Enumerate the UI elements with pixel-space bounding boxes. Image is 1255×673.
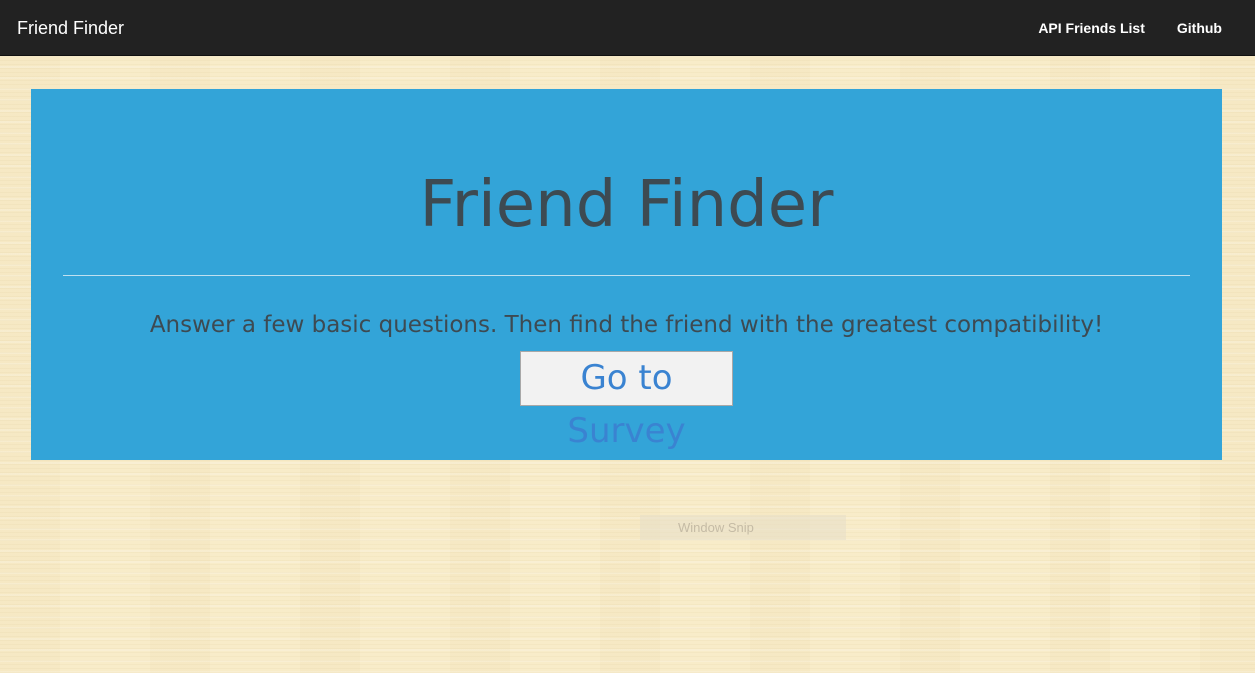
- navbar-links: API Friends List Github: [1038, 18, 1222, 38]
- window-snip-overlay: Window Snip: [640, 515, 846, 540]
- nav-link-github[interactable]: Github: [1177, 18, 1222, 38]
- hero-jumbotron: Friend Finder Answer a few basic questio…: [31, 89, 1222, 460]
- hero-divider: [63, 275, 1190, 276]
- navbar-brand-link[interactable]: Friend Finder: [17, 17, 124, 39]
- nav-link-api-friends-list[interactable]: API Friends List: [1038, 18, 1145, 38]
- hero-lead-text: Answer a few basic questions. Then find …: [149, 312, 1104, 338]
- go-to-survey-button[interactable]: Go to Survey: [520, 351, 733, 451]
- top-navbar: Friend Finder API Friends List Github: [0, 0, 1255, 56]
- hero-title: Friend Finder: [419, 168, 834, 242]
